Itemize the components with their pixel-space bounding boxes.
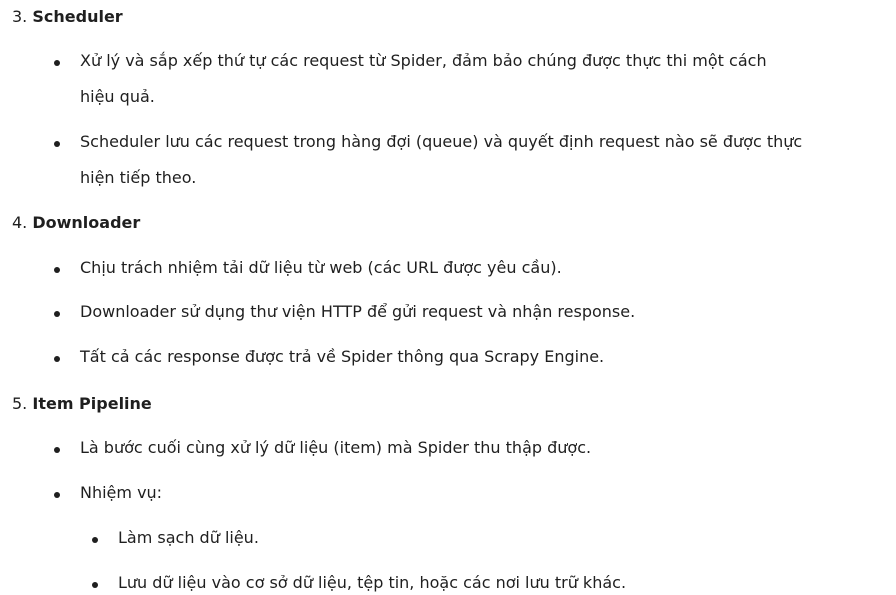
sub-bullet-dot [92,537,98,543]
list-item-text: Tất cả các response được trả về Spider t… [80,347,605,366]
list-item-text-continued: hiện tiếp theo. [80,168,197,187]
section-title: Scheduler [32,7,123,26]
list-item-text: Chịu trách nhiệm tải dữ liệu từ web (các… [80,258,562,277]
bullet-dot [54,267,60,273]
section-heading-downloader: 4. Downloader [12,212,140,234]
section-number: 5. [12,394,28,413]
bullet-dot [54,60,60,66]
bullet-dot [54,311,60,317]
document: 3. Scheduler Xử lý và sắp xếp thứ tự các… [0,0,896,595]
sub-list-item-text: Lưu dữ liệu vào cơ sở dữ liệu, tệp tin, … [118,573,627,592]
bullet-dot [54,141,60,147]
list-item-text: Scheduler lưu các request trong hàng đợi… [80,132,803,151]
list-item-text: Xử lý và sắp xếp thứ tự các request từ S… [80,51,767,70]
section-number: 4. [12,213,28,232]
section-title: Item Pipeline [32,394,152,413]
section-number: 3. [12,7,28,26]
sub-list-item-text: Làm sạch dữ liệu. [118,528,259,547]
bullet-dot [54,447,60,453]
bullet-dot [54,356,60,362]
section-title: Downloader [32,213,141,232]
list-item-text: Nhiệm vụ: [80,483,163,502]
section-heading-item-pipeline: 5. Item Pipeline [12,393,152,415]
list-item-text: Là bước cuối cùng xử lý dữ liệu (item) m… [80,438,592,457]
sub-bullet-dot [92,582,98,588]
list-item-text-continued: hiệu quả. [80,87,155,106]
list-item-text: Downloader sử dụng thư viện HTTP để gửi … [80,302,636,321]
bullet-dot [54,492,60,498]
section-heading-scheduler: 3. Scheduler [12,6,123,28]
